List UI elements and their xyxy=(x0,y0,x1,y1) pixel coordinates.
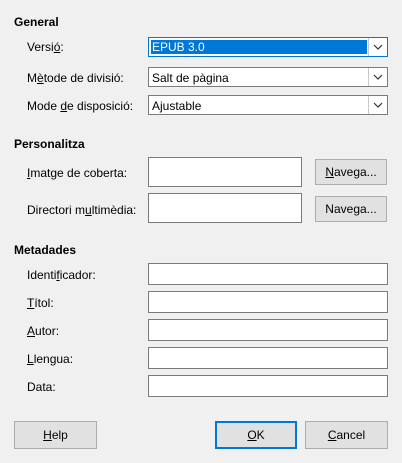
ok-button[interactable]: OK xyxy=(215,421,297,449)
title-input[interactable] xyxy=(148,291,388,313)
cancel-button[interactable]: Cancel xyxy=(305,421,388,449)
chevron-down-icon[interactable] xyxy=(368,68,387,86)
title-label: Títol: xyxy=(27,296,54,310)
language-input[interactable] xyxy=(148,347,388,369)
language-label: Llengua: xyxy=(27,352,74,366)
date-input[interactable] xyxy=(148,375,388,397)
author-label: Autor: xyxy=(27,324,60,338)
cover-image-label: Imatge de coberta: xyxy=(27,166,128,180)
version-select-value: EPUB 3.0 xyxy=(151,40,367,54)
split-method-label: Mètode de divisió: xyxy=(27,71,124,85)
layout-mode-label: Mode de disposició: xyxy=(27,99,134,113)
identifier-label: Identificador: xyxy=(27,268,96,282)
date-label: Data: xyxy=(27,380,56,394)
cover-image-input[interactable] xyxy=(148,157,302,187)
version-select[interactable]: EPUB 3.0 xyxy=(148,37,388,57)
layout-mode-value: Ajustable xyxy=(152,99,202,113)
split-method-value: Salt de pàgina xyxy=(152,71,229,85)
cover-image-browse-button[interactable]: Navega... xyxy=(315,159,387,185)
version-label: Versió: xyxy=(27,40,64,54)
author-input[interactable] xyxy=(148,319,388,341)
general-section-title: General xyxy=(14,15,59,29)
media-directory-browse-button[interactable]: Nave g a... xyxy=(315,196,387,222)
customize-section-title: Personalitza xyxy=(14,137,85,151)
layout-mode-select[interactable]: Ajustable xyxy=(148,95,388,115)
help-button[interactable]: Help xyxy=(14,421,97,449)
chevron-down-icon[interactable] xyxy=(368,38,387,56)
split-method-select[interactable]: Salt de pàgina xyxy=(148,67,388,87)
metadata-section-title: Metadades xyxy=(14,243,77,257)
identifier-input[interactable] xyxy=(148,263,388,285)
media-directory-label: Directori multimèdia: xyxy=(27,203,137,217)
media-directory-input[interactable] xyxy=(148,193,302,223)
chevron-down-icon[interactable] xyxy=(368,96,387,114)
